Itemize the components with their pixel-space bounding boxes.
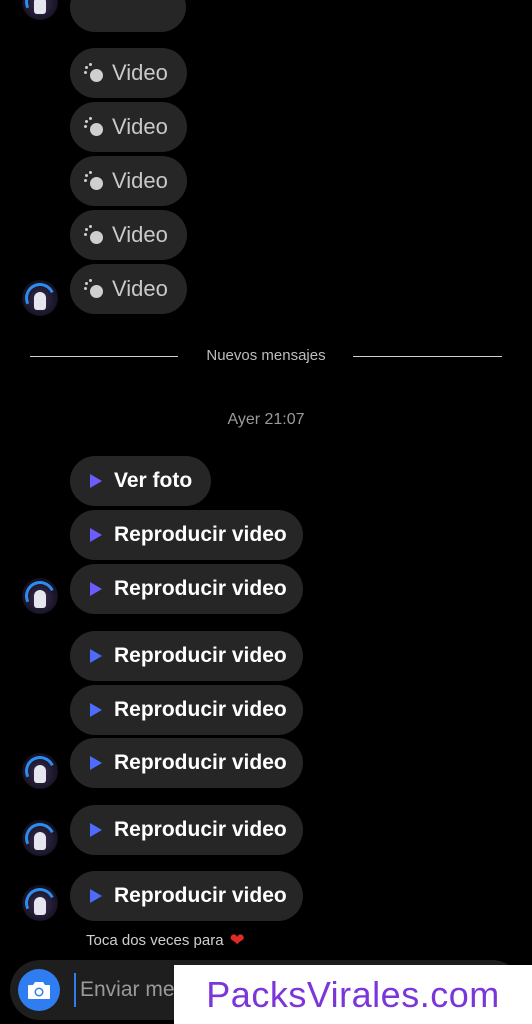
avatar[interactable] — [22, 280, 58, 316]
play-icon — [90, 649, 102, 663]
play-icon — [90, 889, 102, 903]
avatar[interactable] — [22, 820, 58, 856]
heart-icon: ❤ — [229, 930, 245, 950]
video-message[interactable]: Video — [70, 156, 187, 206]
video-message[interactable]: Video — [70, 264, 187, 314]
video-message[interactable]: Video — [70, 48, 187, 98]
play-video-message[interactable]: Reproducir video — [70, 631, 303, 681]
video-sparkle-icon — [84, 279, 104, 299]
play-icon — [90, 582, 102, 596]
timestamp: Ayer 21:07 — [227, 411, 305, 428]
message-label: Video — [112, 60, 168, 85]
play-icon — [90, 528, 102, 542]
message-label: Reproducir video — [114, 644, 287, 667]
camera-icon — [28, 982, 50, 999]
message-label: Reproducir video — [114, 884, 287, 907]
video-sparkle-icon — [84, 171, 104, 191]
video-sparkle-icon — [84, 63, 104, 83]
play-video-message[interactable]: Reproducir video — [70, 564, 303, 614]
play-video-message[interactable]: Reproducir video — [70, 685, 303, 735]
camera-button[interactable] — [18, 969, 60, 1011]
message-label: Reproducir video — [114, 751, 287, 774]
double-tap-hint: Toca dos veces para ❤ — [86, 930, 245, 951]
divider-line-right — [353, 356, 502, 357]
message-label: Reproducir video — [114, 698, 287, 721]
play-video-message[interactable]: Reproducir video — [70, 871, 303, 921]
message-label: Video — [112, 276, 168, 301]
watermark: PacksVirales.com — [174, 965, 532, 1024]
message-label: Reproducir video — [114, 523, 287, 546]
avatar[interactable] — [22, 885, 58, 921]
view-photo-message[interactable]: Ver foto — [70, 456, 211, 506]
video-sparkle-icon — [84, 225, 104, 245]
avatar[interactable] — [22, 578, 58, 614]
play-icon — [90, 823, 102, 837]
play-video-message[interactable]: Reproducir video — [70, 738, 303, 788]
play-icon — [90, 703, 102, 717]
play-video-message[interactable]: Reproducir video — [70, 510, 303, 560]
chat-screen: Video Video Video Video Video Nuevos men… — [0, 0, 532, 1024]
video-message[interactable]: Video — [70, 210, 187, 260]
message-label: Reproducir video — [114, 577, 287, 600]
message-bubble[interactable] — [70, 0, 186, 32]
message-label: Ver foto — [114, 469, 193, 492]
video-message[interactable]: Video — [70, 102, 187, 152]
message-label: Video — [112, 114, 168, 139]
avatar[interactable] — [22, 753, 58, 789]
message-label: Reproducir video — [114, 818, 287, 841]
video-sparkle-icon — [84, 117, 104, 137]
play-icon — [90, 474, 102, 488]
play-video-message[interactable]: Reproducir video — [70, 805, 303, 855]
hint-text: Toca dos veces para — [86, 932, 224, 949]
avatar[interactable] — [22, 0, 58, 20]
message-label: Video — [112, 222, 168, 247]
message-label: Video — [112, 168, 168, 193]
play-icon — [90, 756, 102, 770]
